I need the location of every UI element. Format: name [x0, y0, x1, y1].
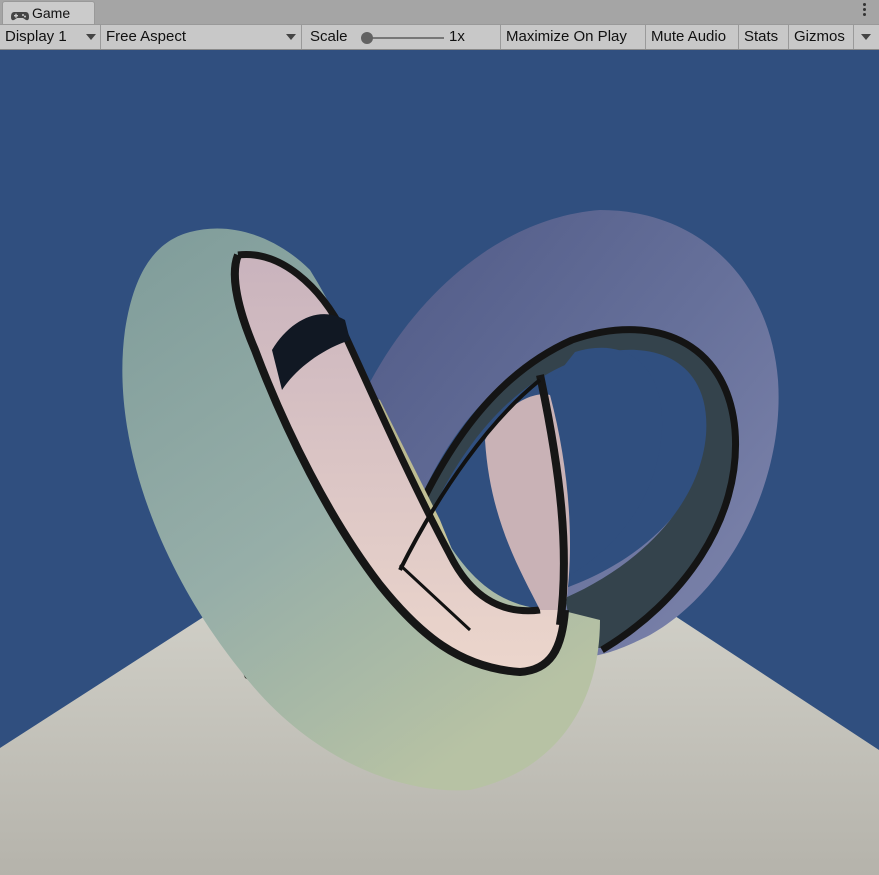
chevron-down-icon: [861, 34, 871, 40]
scale-value: 1x: [449, 28, 465, 45]
tab-bar: Game: [0, 0, 879, 24]
display-select-label: Display 1: [5, 28, 67, 45]
kebab-menu-icon[interactable]: [861, 3, 867, 19]
chevron-down-icon: [286, 34, 296, 40]
stats-label: Stats: [744, 28, 779, 45]
chevron-down-icon: [86, 34, 96, 40]
maximize-on-play-label: Maximize On Play: [506, 28, 627, 45]
mute-audio-label: Mute Audio: [651, 28, 727, 45]
game-viewport[interactable]: [0, 50, 879, 875]
gizmos-label: Gizmos: [794, 28, 845, 45]
game-window: Game Display 1 Free Aspect Scale 1x Maxi…: [0, 0, 879, 875]
aspect-select[interactable]: Free Aspect: [101, 25, 302, 49]
scale-slider-handle[interactable]: [361, 32, 373, 44]
tab-game[interactable]: Game: [2, 1, 95, 24]
gizmos-dropdown[interactable]: [854, 25, 879, 49]
stats-toggle[interactable]: Stats: [739, 25, 789, 49]
tab-label: Game: [32, 5, 71, 21]
game-toolbar: Display 1 Free Aspect Scale 1x Maximize …: [0, 24, 879, 50]
gizmos-toggle[interactable]: Gizmos: [789, 25, 854, 49]
aspect-select-label: Free Aspect: [106, 28, 187, 45]
scene-render: [0, 210, 879, 875]
display-select[interactable]: Display 1: [0, 25, 101, 49]
scale-control: Scale 1x: [302, 25, 501, 49]
mute-audio-toggle[interactable]: Mute Audio: [646, 25, 739, 49]
maximize-on-play-toggle[interactable]: Maximize On Play: [501, 25, 646, 49]
scale-label: Scale: [310, 28, 348, 45]
scale-slider-track[interactable]: [364, 37, 444, 39]
